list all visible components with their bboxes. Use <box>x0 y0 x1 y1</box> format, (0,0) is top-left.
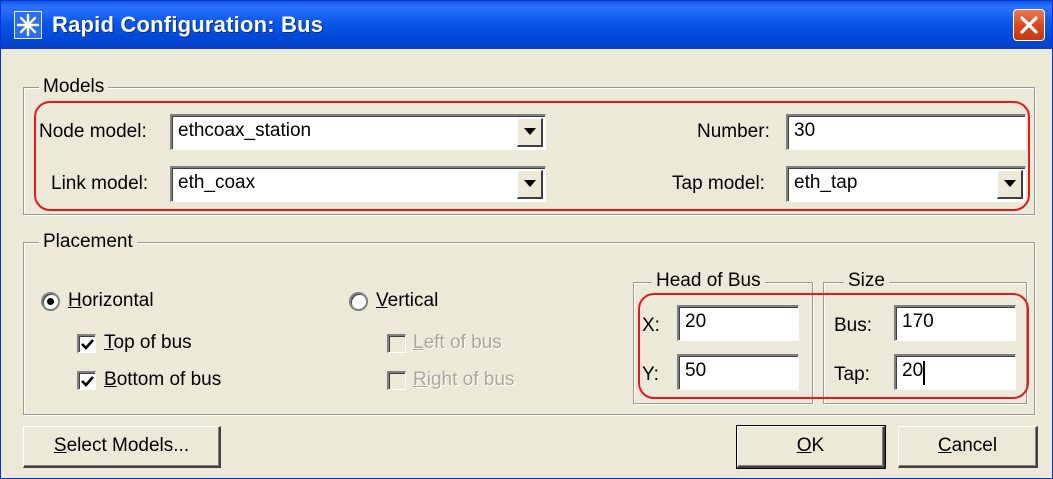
window-title: Rapid Configuration: Bus <box>52 12 324 37</box>
annotation-coordinates-highlight <box>638 293 1029 399</box>
horizontal-label[interactable]: Horizontal <box>68 289 154 313</box>
bottom-of-bus-label[interactable]: Bottom of bus <box>104 368 221 392</box>
rapid-configuration-dialog: Rapid Configuration: Bus Models Node mod… <box>0 0 1053 479</box>
right-of-bus-checkbox <box>387 371 406 390</box>
bottom-of-bus-checkbox[interactable] <box>77 371 96 390</box>
check-mark-icon <box>81 339 94 350</box>
horizontal-radio[interactable] <box>41 292 60 311</box>
right-of-bus-label: Right of bus <box>413 369 515 390</box>
placement-group-label: Placement <box>39 232 137 252</box>
vertical-radio[interactable] <box>349 292 368 311</box>
star-burst-icon <box>14 11 42 39</box>
left-of-bus-label: Left of bus <box>413 332 502 353</box>
radio-selected-dot <box>47 298 54 305</box>
size-group-label: Size <box>844 271 889 291</box>
left-of-bus-checkbox <box>387 334 406 353</box>
close-x-icon <box>1020 16 1038 34</box>
cancel-button[interactable]: Cancel <box>898 426 1038 468</box>
vertical-label[interactable]: Vertical <box>376 289 438 313</box>
annotation-models-highlight <box>34 101 1030 211</box>
title-bar[interactable]: Rapid Configuration: Bus <box>1 1 1052 49</box>
check-mark-icon <box>81 376 94 387</box>
ok-button[interactable]: OK <box>736 425 886 469</box>
close-button[interactable] <box>1013 9 1045 41</box>
top-of-bus-checkbox[interactable] <box>77 334 96 353</box>
head-of-bus-group-label: Head of Bus <box>652 271 765 291</box>
models-group-label: Models <box>39 77 109 97</box>
select-models-button[interactable]: Select Models... <box>23 426 221 468</box>
top-of-bus-label[interactable]: Top of bus <box>104 331 192 355</box>
